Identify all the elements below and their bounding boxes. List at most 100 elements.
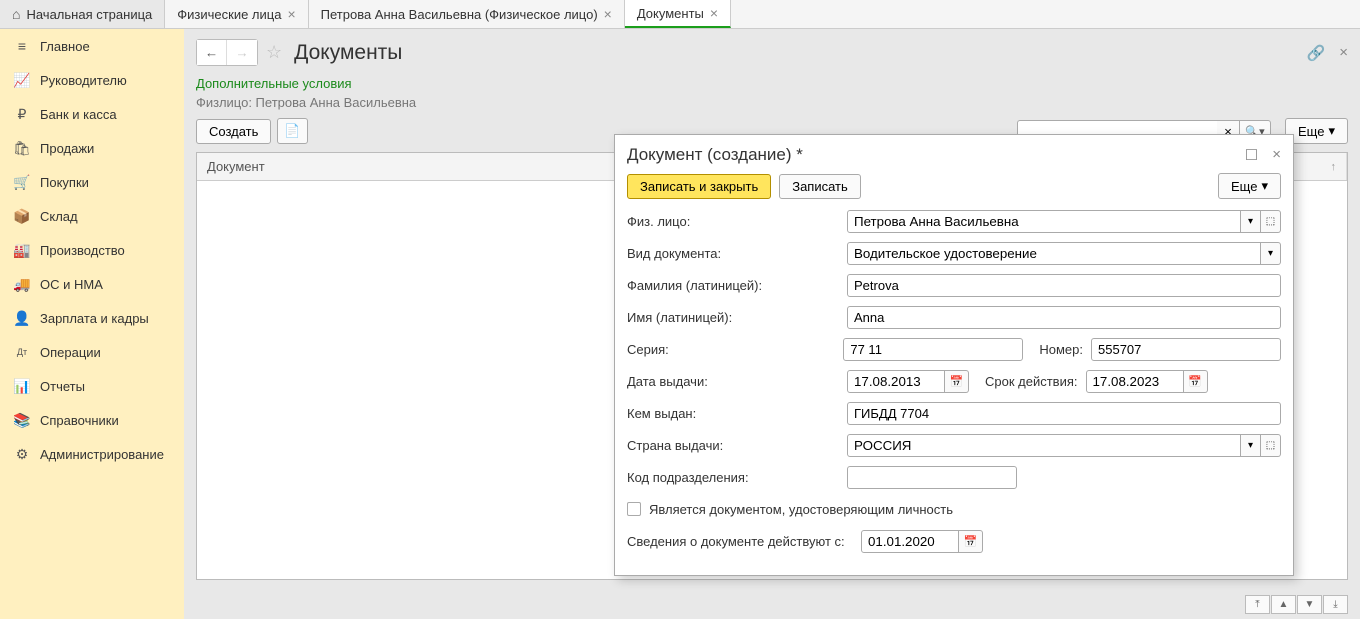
sidebar-item-label: ОС и НМА (40, 277, 103, 292)
favorite-icon[interactable]: ☆ (266, 42, 282, 63)
back-button[interactable]: ← (197, 40, 227, 65)
filter-line: Физлицо: Петрова Анна Васильевна (196, 93, 1348, 118)
dept-input[interactable] (847, 466, 1017, 489)
cart-icon: 🛒 (14, 174, 30, 190)
calendar-button[interactable]: 📅 (945, 370, 969, 393)
sort-asc-icon: ↑ (1331, 161, 1337, 173)
person-icon: 👤 (14, 310, 30, 326)
person-input[interactable] (847, 210, 1241, 233)
save-button[interactable]: Записать (779, 174, 861, 199)
tab-label: Документы (637, 6, 704, 21)
tab-individuals[interactable]: Физические лица × (165, 0, 308, 28)
close-icon[interactable]: × (287, 6, 295, 22)
nav-up-button[interactable]: ▲ (1271, 595, 1296, 614)
number-input[interactable] (1091, 338, 1281, 361)
modal-more-button[interactable]: Еще ▾ (1218, 173, 1281, 199)
open-ref-button[interactable]: ⬚ (1261, 434, 1281, 457)
surname-input[interactable] (847, 274, 1281, 297)
close-icon[interactable]: × (1272, 146, 1281, 164)
country-input[interactable] (847, 434, 1241, 457)
open-ref-button[interactable]: ⬚ (1261, 210, 1281, 233)
person-label: Физ. лицо: (627, 214, 847, 229)
close-page-icon[interactable]: × (1339, 44, 1348, 61)
hamburger-icon: ≡ (14, 38, 30, 54)
series-label: Серия: (627, 342, 843, 357)
books-icon: 📚 (14, 412, 30, 428)
sidebar-item-warehouse[interactable]: 📦 Склад (0, 199, 184, 233)
nav-group: ← → (196, 39, 258, 66)
issued-by-input[interactable] (847, 402, 1281, 425)
issued-by-label: Кем выдан: (627, 406, 847, 421)
forward-button[interactable]: → (227, 40, 257, 65)
sidebar: ≡Главное 📈Руководителю ₽Банк и касса 🛍Пр… (0, 29, 184, 619)
doctype-input[interactable] (847, 242, 1261, 265)
sidebar-item-label: Операции (40, 345, 101, 360)
nav-top-button[interactable]: ⤒ (1245, 595, 1270, 614)
tab-documents[interactable]: Документы × (625, 0, 731, 28)
sidebar-item-bank[interactable]: ₽Банк и касса (0, 97, 184, 131)
sidebar-item-operations[interactable]: Дт Операции (0, 335, 184, 369)
save-and-close-button[interactable]: Записать и закрыть (627, 174, 771, 199)
sidebar-item-references[interactable]: 📚 Справочники (0, 403, 184, 437)
tab-label: Физические лица (177, 7, 281, 22)
factory-icon: 🏭 (14, 242, 30, 258)
dropdown-button[interactable]: ▾ (1241, 210, 1261, 233)
identity-label: Является документом, удостоверяющим личн… (649, 502, 953, 517)
name-input[interactable] (847, 306, 1281, 329)
sidebar-item-production[interactable]: 🏭Производство (0, 233, 184, 267)
calendar-button[interactable]: 📅 (1184, 370, 1208, 393)
identity-checkbox[interactable] (627, 502, 641, 516)
dropdown-button[interactable]: ▾ (1241, 434, 1261, 457)
create-button[interactable]: Создать (196, 119, 271, 144)
additional-conditions-link[interactable]: Дополнительные условия (196, 72, 1348, 93)
chevron-down-icon: ▾ (1328, 123, 1335, 139)
valid-from-input[interactable] (861, 530, 959, 553)
sidebar-item-manager[interactable]: 📈Руководителю (0, 63, 184, 97)
sidebar-item-payroll[interactable]: 👤Зарплата и кадры (0, 301, 184, 335)
dropdown-button[interactable]: ▾ (1261, 242, 1281, 265)
page-title: Документы (294, 41, 402, 65)
link-icon[interactable]: 🔗 (1307, 44, 1326, 62)
dept-label: Код подразделения: (627, 470, 847, 485)
modal-title: Документ (создание) * (627, 145, 803, 165)
sidebar-item-label: Справочники (40, 413, 119, 428)
sidebar-item-label: Руководителю (40, 73, 127, 88)
tab-person[interactable]: Петрова Анна Васильевна (Физическое лицо… (309, 0, 625, 28)
copy-button[interactable]: 📄 (277, 118, 307, 144)
gear-icon: ⚙ (14, 446, 30, 462)
surname-label: Фамилия (латиницей): (627, 278, 847, 293)
maximize-icon[interactable]: ☐ (1245, 146, 1258, 164)
close-icon[interactable]: × (710, 5, 718, 21)
series-input[interactable] (843, 338, 1023, 361)
close-icon[interactable]: × (604, 6, 612, 22)
sidebar-item-admin[interactable]: ⚙ Администрирование (0, 437, 184, 471)
doctype-label: Вид документа: (627, 246, 847, 261)
valid-from-label: Сведения о документе действуют с: (627, 534, 861, 549)
sidebar-item-label: Администрирование (40, 447, 164, 462)
nav-bottom-button[interactable]: ⤓ (1323, 595, 1348, 614)
tab-label: Начальная страница (26, 7, 152, 22)
more-button[interactable]: Еще ▾ (1285, 118, 1348, 144)
home-icon: ⌂ (12, 6, 20, 22)
sidebar-item-purchases[interactable]: 🛒 Покупки (0, 165, 184, 199)
tab-home[interactable]: ⌂ Начальная страница (0, 0, 165, 28)
tab-label: Петрова Анна Васильевна (Физическое лицо… (321, 7, 598, 22)
debit-credit-icon: Дт (14, 344, 30, 360)
sidebar-item-main[interactable]: ≡Главное (0, 29, 184, 63)
expiry-label: Срок действия: (969, 374, 1086, 389)
box-icon: 📦 (14, 208, 30, 224)
expiry-date-input[interactable] (1086, 370, 1184, 393)
calendar-button[interactable]: 📅 (959, 530, 983, 553)
bars-icon: 📊 (14, 378, 30, 394)
sidebar-item-sales[interactable]: 🛍Продажи (0, 131, 184, 165)
sidebar-item-label: Покупки (40, 175, 89, 190)
nav-down-button[interactable]: ▼ (1297, 595, 1322, 614)
sidebar-item-assets[interactable]: 🚚ОС и НМА (0, 267, 184, 301)
number-label: Номер: (1023, 342, 1091, 357)
issue-date-input[interactable] (847, 370, 945, 393)
bag-icon: 🛍 (14, 140, 30, 156)
chevron-down-icon: ▾ (1261, 178, 1268, 194)
sidebar-item-reports[interactable]: 📊Отчеты (0, 369, 184, 403)
sidebar-item-label: Склад (40, 209, 78, 224)
name-label: Имя (латиницей): (627, 310, 847, 325)
